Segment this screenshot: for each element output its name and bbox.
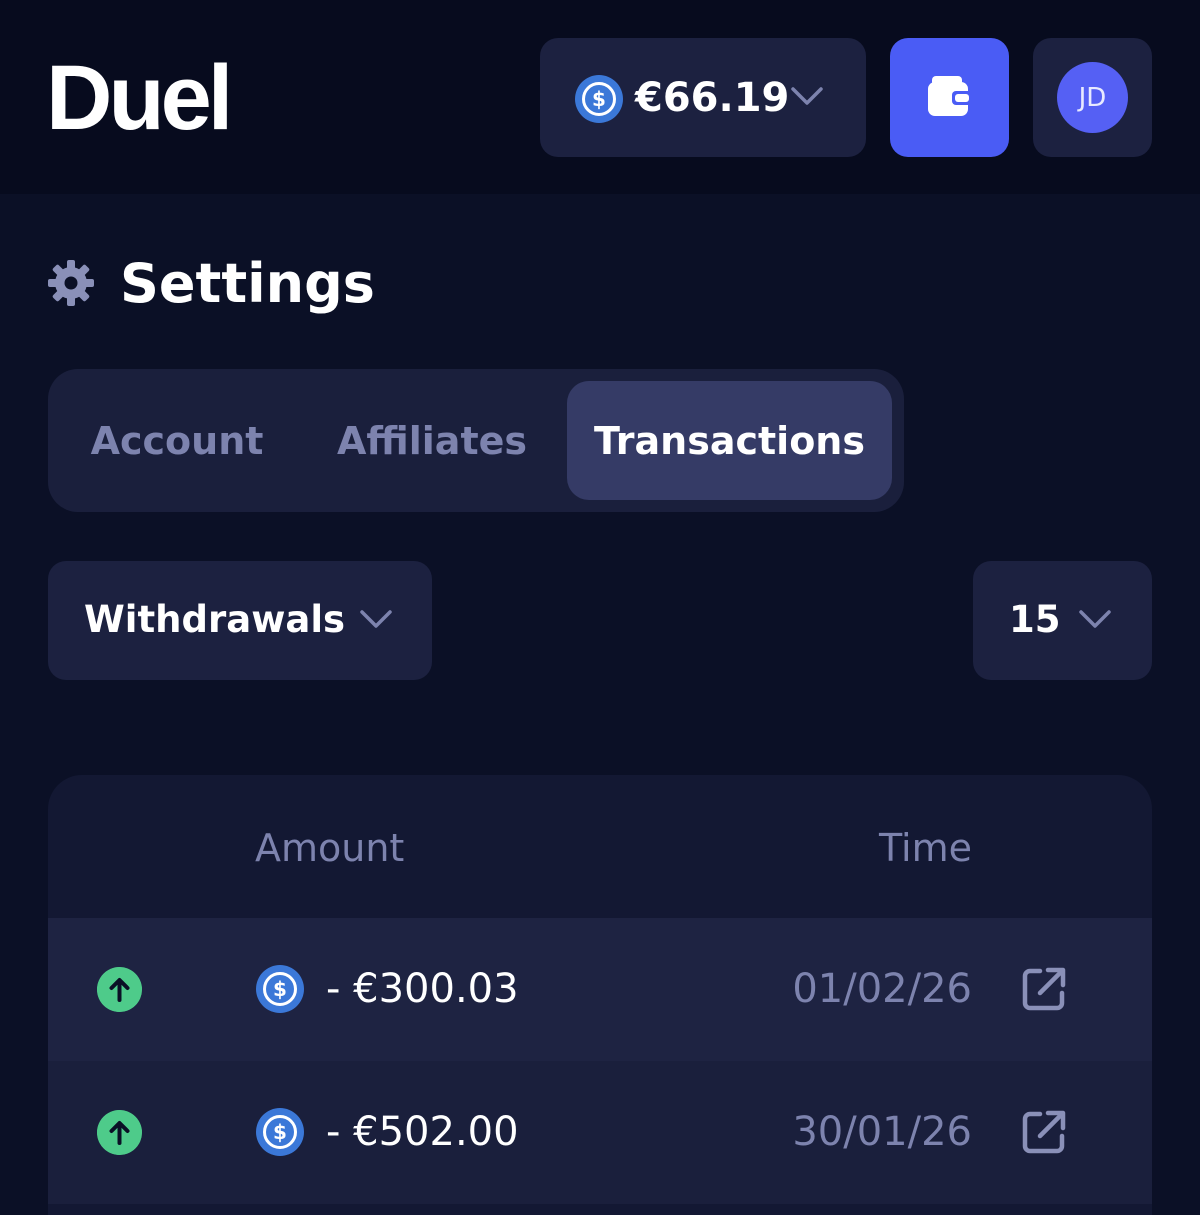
chevron-down-icon	[360, 610, 392, 628]
transaction-time: 01/02/26	[792, 966, 972, 1012]
usdc-coin-icon: $	[256, 1108, 304, 1156]
chevron-down-icon	[1079, 610, 1111, 628]
tab-transactions[interactable]: Transactions	[567, 381, 892, 500]
transaction-type-value: Withdrawals	[84, 598, 346, 641]
external-link-icon[interactable]	[1020, 965, 1068, 1013]
chevron-down-icon	[791, 87, 823, 105]
usdc-coin-icon: $	[575, 75, 623, 123]
wallet-icon	[928, 76, 972, 116]
column-header-amount: Amount	[255, 826, 405, 870]
gear-icon	[48, 260, 94, 306]
avatar: JD	[1057, 62, 1128, 133]
balance-dropdown[interactable]: $ €66.19	[540, 38, 866, 157]
per-page-dropdown[interactable]: 15	[973, 561, 1152, 680]
profile-button[interactable]: JD	[1033, 38, 1152, 157]
balance-value: €66.19	[635, 75, 790, 121]
table-row: $ - €300.03 01/02/26	[48, 918, 1152, 1061]
tab-affiliates[interactable]: Affiliates	[308, 381, 556, 500]
transaction-amount: - €300.03	[326, 966, 519, 1012]
transaction-amount: - €502.00	[326, 1109, 519, 1155]
settings-tabs: Account Affiliates Transactions	[48, 369, 904, 512]
tab-account[interactable]: Account	[60, 381, 294, 500]
transaction-time: 30/01/26	[792, 1109, 972, 1155]
per-page-value: 15	[1009, 598, 1061, 641]
duel-logo[interactable]: Duel	[46, 52, 233, 144]
wallet-button[interactable]	[890, 38, 1009, 157]
arrow-up-icon	[97, 1110, 142, 1155]
transaction-type-dropdown[interactable]: Withdrawals	[48, 561, 432, 680]
table-row: $ - €502.00 30/01/26	[48, 1061, 1152, 1204]
column-header-time: Time	[879, 826, 972, 870]
usdc-coin-icon: $	[256, 965, 304, 1013]
arrow-up-icon	[97, 967, 142, 1012]
external-link-icon[interactable]	[1020, 1108, 1068, 1156]
page-title: Settings	[120, 252, 375, 315]
top-bar: Duel $ €66.19 JD	[0, 0, 1200, 194]
transactions-table: Amount Time $ - €300.03 01/02/26 $ - €50…	[48, 775, 1152, 1215]
